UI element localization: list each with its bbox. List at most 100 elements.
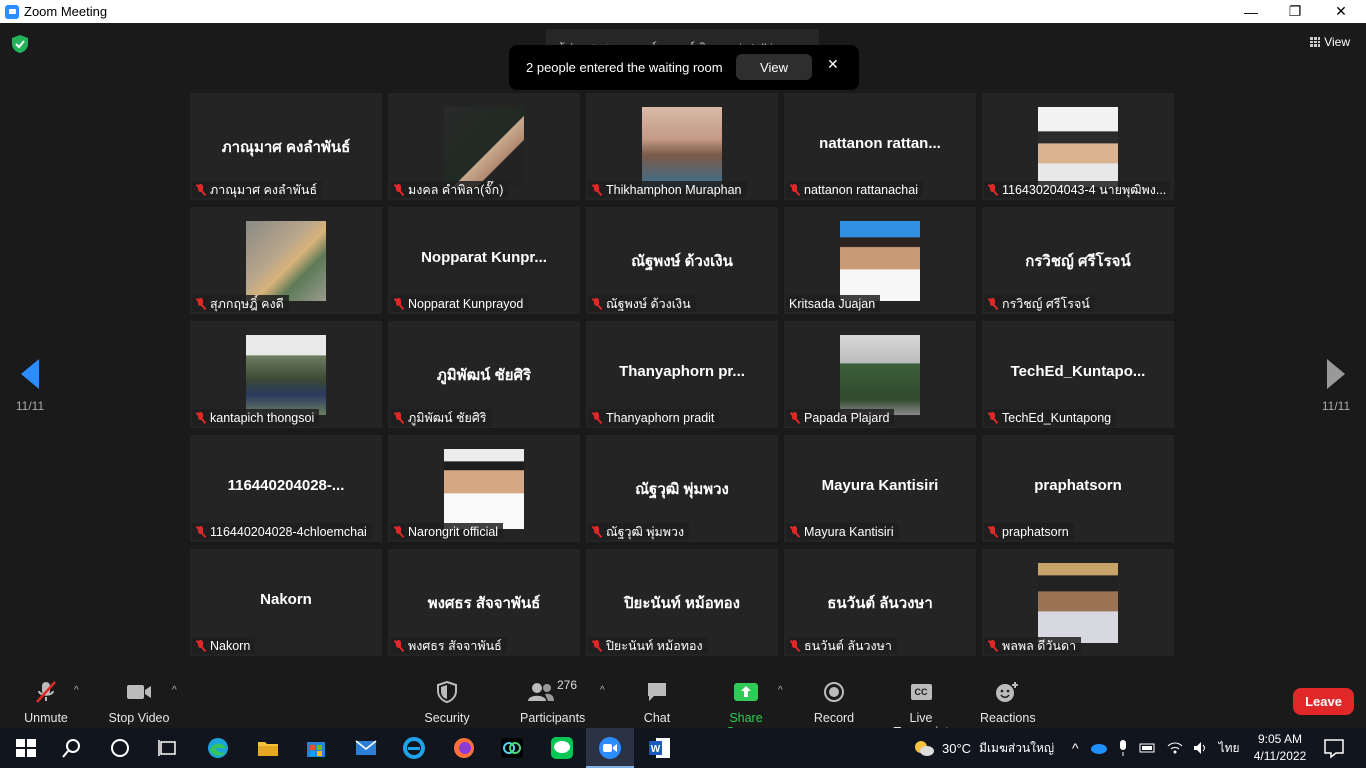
participant-tile[interactable]: ธนวันต์ ลันวงษา ธนวันต์ ลันวงษา	[784, 549, 976, 656]
mic-muted-icon	[591, 298, 602, 310]
wifi-icon[interactable]	[1167, 741, 1183, 755]
system-tray: ^ ไทย	[1072, 728, 1240, 768]
participant-display-name: TechEd_Kuntapo...	[1010, 363, 1146, 380]
participant-tile[interactable]: Kritsada Juajan	[784, 207, 976, 314]
firefox-icon[interactable]	[452, 736, 476, 760]
leave-meeting-button[interactable]: Leave	[1293, 688, 1354, 715]
mic-muted-icon	[591, 526, 602, 538]
participant-name-label: ณัฐวุฒิ พุ่มพวง	[588, 523, 690, 540]
input-language-indicator[interactable]: ไทย	[1219, 739, 1240, 758]
video-options-caret[interactable]: ^	[172, 685, 177, 696]
internet-explorer-icon[interactable]	[402, 736, 426, 760]
stop-video-button[interactable]: Stop Video	[106, 679, 172, 725]
participant-tile[interactable]: nattanon rattan... nattanon rattanachai	[784, 93, 976, 200]
share-options-caret[interactable]: ^	[778, 685, 783, 696]
participant-tile[interactable]: Narongrit official	[388, 435, 580, 542]
participant-tile[interactable]: มงคล คำพิลา(จั๊ก)	[388, 93, 580, 200]
participant-tile[interactable]: Thikhamphon Muraphan	[586, 93, 778, 200]
task-view-circle-icon[interactable]	[108, 736, 132, 760]
participant-display-name: praphatsorn	[1034, 477, 1122, 494]
participant-tile[interactable]: กรวิชญ์ ศรีโรจน์ กรวิชญ์ ศรีโรจน์	[982, 207, 1174, 314]
participant-tile[interactable]: 116440204028-... 116440204028-4chloemchai	[190, 435, 382, 542]
security-button[interactable]: Security	[420, 679, 474, 725]
participants-icon: 276	[520, 678, 584, 705]
share-screen-icon	[710, 679, 782, 705]
battery-icon[interactable]	[1139, 742, 1157, 754]
microphone-icon[interactable]	[1117, 740, 1129, 756]
notification-view-button[interactable]: View	[736, 54, 812, 80]
participant-video	[840, 221, 920, 301]
participant-tile[interactable]: ณัฐพงษ์ ด้วงเงิน ณัฐพงษ์ ด้วงเงิน	[586, 207, 778, 314]
mic-muted-icon	[195, 526, 206, 538]
reactions-button[interactable]: Reactions	[980, 679, 1036, 725]
participant-video	[1038, 563, 1118, 643]
participant-tile[interactable]: ภาณุมาศ คงลำพันธ์ ภาณุมาศ คงลำพันธ์	[190, 93, 382, 200]
participant-tile[interactable]: TechEd_Kuntapo... TechEd_Kuntapong	[982, 321, 1174, 428]
participant-tile[interactable]: Thanyaphorn pr... Thanyaphorn pradit	[586, 321, 778, 428]
audio-options-caret[interactable]: ^	[74, 685, 79, 696]
volume-icon[interactable]	[1193, 741, 1209, 755]
weather-widget[interactable]: 30°C มีเมฆส่วนใหญ่	[913, 728, 1054, 768]
notification-center-icon[interactable]	[1322, 736, 1346, 760]
participant-name-text: ธนวันต์ ลันวงษา	[804, 639, 892, 653]
show-hidden-icons-chevron-icon[interactable]: ^	[1072, 740, 1079, 756]
mic-muted-icon	[393, 526, 404, 538]
mic-muted-icon	[987, 184, 998, 196]
minimize-button[interactable]: —	[1228, 0, 1274, 23]
participant-tile[interactable]: สุภกฤษฎิ์ คงดี	[190, 207, 382, 314]
mic-muted-icon	[393, 184, 404, 196]
clock[interactable]: 9:05 AM 4/11/2022	[1250, 731, 1310, 765]
mic-muted-icon	[789, 640, 800, 652]
record-icon	[812, 679, 856, 705]
mic-muted-icon	[789, 184, 800, 196]
participants-options-caret[interactable]: ^	[600, 685, 605, 696]
participant-name-text: 116440204028-4chloemchai	[210, 525, 367, 539]
participant-tile[interactable]: praphatsorn praphatsorn	[982, 435, 1174, 542]
maximize-button[interactable]: ❐	[1272, 0, 1318, 23]
participant-name-text: TechEd_Kuntapong	[1002, 411, 1112, 425]
meeting-area: ผู้ช่วยศาสตราจารย์อานนท์ นิยมผล is talki…	[0, 23, 1366, 673]
prev-page-button[interactable]: 11/11	[10, 359, 50, 413]
webex-icon[interactable]	[500, 736, 524, 760]
participant-name-text: สุภกฤษฎิ์ คงดี	[210, 297, 284, 311]
participants-button[interactable]: 276 Participants	[520, 678, 585, 725]
security-shield-icon	[420, 679, 474, 705]
participant-tile[interactable]: 116430204043-4 นายพุฒิพง...	[982, 93, 1174, 200]
participant-name-label: พงศธร สัจจาพันธ์	[390, 637, 507, 654]
encryption-shield-icon[interactable]	[12, 35, 28, 53]
mic-muted-icon	[195, 298, 206, 310]
next-page-button[interactable]: 11/11	[1316, 359, 1356, 413]
participant-tile[interactable]: พลพล ดีวันดา	[982, 549, 1174, 656]
participant-tile[interactable]: Papada Plajard	[784, 321, 976, 428]
participant-tile[interactable]: Mayura Kantisiri Mayura Kantisiri	[784, 435, 976, 542]
participant-video	[444, 107, 524, 187]
line-app-icon[interactable]	[550, 736, 574, 760]
notification-close-icon[interactable]: ✕	[827, 56, 839, 73]
zoom-taskbar-active[interactable]	[586, 728, 634, 768]
participant-video	[246, 335, 326, 415]
participant-tile[interactable]: ณัฐวุฒิ พุ่มพวง ณัฐวุฒิ พุ่มพวง	[586, 435, 778, 542]
participant-tile[interactable]: Nopparat Kunpr... Nopparat Kunprayod	[388, 207, 580, 314]
close-window-button[interactable]: ✕	[1318, 0, 1364, 23]
search-icon[interactable]	[60, 736, 84, 760]
chat-button[interactable]: Chat	[638, 679, 676, 725]
edge-browser-icon[interactable]	[206, 736, 230, 760]
view-layout-button[interactable]: View	[1310, 35, 1350, 49]
unmute-button[interactable]: Unmute	[22, 679, 70, 725]
participant-name-text: พงศธร สัจจาพันธ์	[408, 639, 502, 653]
word-icon[interactable]: W	[648, 736, 672, 760]
windows-start-icon[interactable]	[14, 736, 38, 760]
reactions-label: Reactions	[980, 711, 1036, 725]
record-button[interactable]: Record	[812, 679, 856, 725]
microsoft-store-icon[interactable]	[304, 736, 328, 760]
onedrive-cloud-icon[interactable]	[1089, 742, 1107, 754]
participant-tile[interactable]: Nakorn Nakorn	[190, 549, 382, 656]
participant-tile[interactable]: ปิยะนันท์ หม้อทอง ปิยะนันท์ หม้อทอง	[586, 549, 778, 656]
mail-icon[interactable]	[354, 736, 378, 760]
participant-tile[interactable]: kantapich thongsoi	[190, 321, 382, 428]
file-explorer-icon[interactable]	[256, 736, 280, 760]
participant-name-text: Papada Plajard	[804, 411, 890, 425]
task-view-icon[interactable]	[156, 736, 180, 760]
participant-tile[interactable]: ภูมิพัฒน์ ชัยศิริ ภูมิพัฒน์ ชัยศิริ	[388, 321, 580, 428]
participant-tile[interactable]: พงศธร สัจจาพันธ์ พงศธร สัจจาพันธ์	[388, 549, 580, 656]
